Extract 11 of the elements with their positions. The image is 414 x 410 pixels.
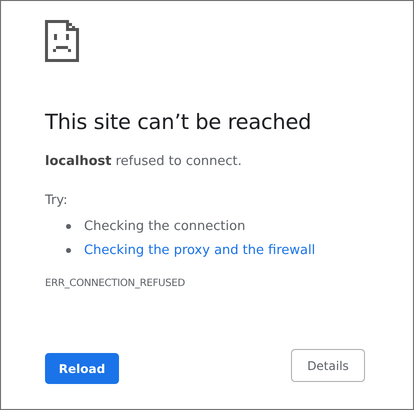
try-label: Try:: [45, 192, 69, 210]
error-code: ERR_CONNECTION_REFUSED: [45, 278, 186, 289]
bullet-icon: [66, 224, 71, 228]
reload-button[interactable]: Reload: [45, 353, 119, 384]
page-heading: This site can’t be reached: [45, 109, 312, 136]
error-message: localhost refused to connect.: [45, 153, 243, 171]
bullet-icon: [66, 248, 71, 252]
sad-page-icon: [45, 20, 79, 62]
suggestion-link[interactable]: Checking the proxy and the firewall: [84, 242, 316, 258]
details-button[interactable]: Details: [291, 349, 365, 382]
suggestion-text: Checking the connection: [84, 218, 246, 234]
